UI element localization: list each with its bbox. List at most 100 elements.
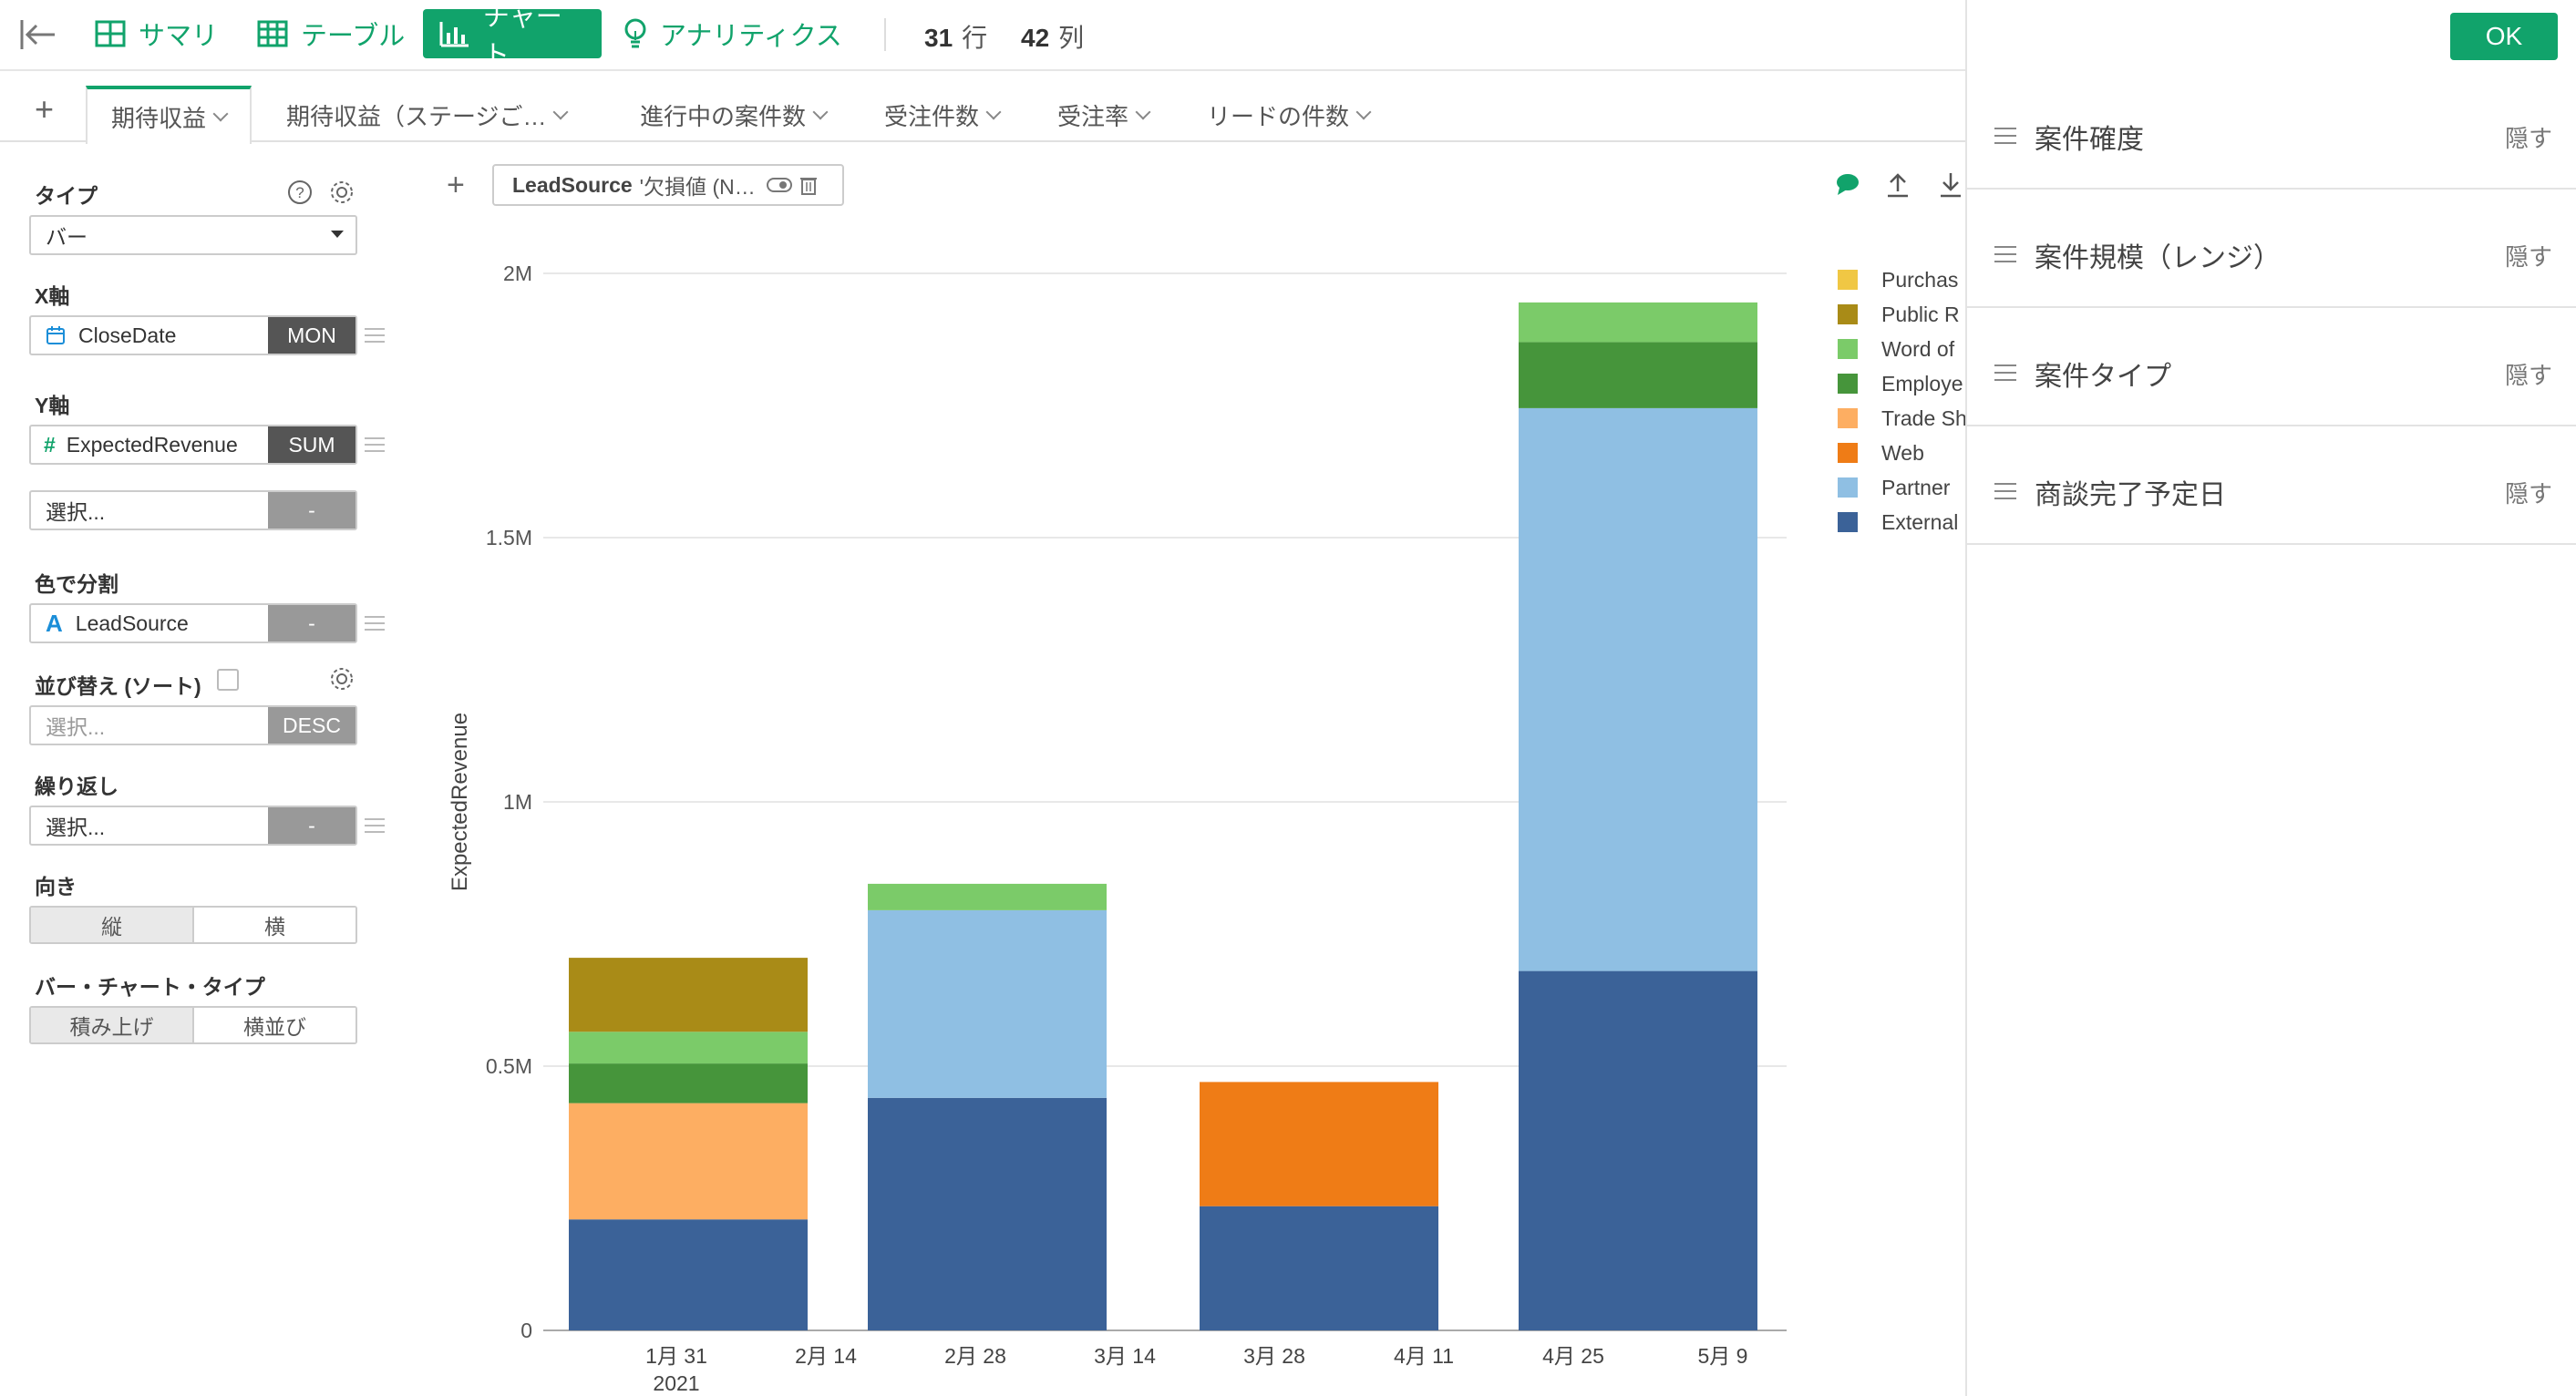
row-count-unit: 行: [962, 24, 988, 52]
tab-won-deals[interactable]: 受注件数: [860, 87, 1023, 142]
drag-handle-icon[interactable]: [1994, 364, 2016, 381]
chevron-down-icon: [812, 104, 829, 120]
y-axis-field-name: ExpectedRevenue: [66, 432, 238, 457]
row-count-value: 31: [924, 24, 953, 52]
bar-segment-employe: [1519, 342, 1757, 408]
repeat-aggregation[interactable]: -: [268, 807, 355, 844]
comment-icon[interactable]: [1834, 171, 1861, 201]
view-table-button[interactable]: テーブル: [241, 9, 421, 58]
drag-handle-icon[interactable]: [365, 328, 385, 343]
filter-chip[interactable]: LeadSource '欠損値 (N…: [492, 164, 844, 206]
legend-swatch: [1838, 512, 1858, 532]
eye-toggle-icon[interactable]: [766, 177, 792, 193]
hide-button[interactable]: 隠す: [2505, 120, 2552, 154]
bar-segment-external: [569, 1219, 808, 1330]
hide-button[interactable]: 隠す: [2505, 476, 2552, 509]
sort-direction[interactable]: DESC: [268, 707, 355, 744]
y-tick-label: 0.5M: [486, 1054, 532, 1078]
tab-lead-count[interactable]: リードの件数: [1183, 87, 1393, 142]
drag-handle-icon[interactable]: [365, 437, 385, 452]
chart-type-select[interactable]: バー: [29, 215, 357, 255]
add-filter-button[interactable]: +: [447, 168, 465, 203]
drag-handle-icon[interactable]: [1994, 128, 2016, 144]
filter-value: '欠損値 (N…: [639, 175, 756, 199]
caret-down-icon: [319, 231, 355, 240]
sort-checkbox[interactable]: [217, 669, 239, 691]
view-summary-label: サマリ: [139, 22, 219, 51]
tab-win-rate[interactable]: 受注率: [1034, 87, 1172, 142]
x-tick-label: 5月 9: [1698, 1344, 1748, 1368]
orientation-vertical-option[interactable]: 縦: [31, 908, 194, 942]
x-tick-label: 3月 28: [1243, 1344, 1305, 1368]
x-axis-field[interactable]: CloseDate MON: [29, 315, 357, 355]
legend-item[interactable]: Word of: [1838, 332, 1965, 366]
panel-row[interactable]: 案件規模（レンジ） 隠す: [1965, 190, 2576, 308]
orientation-toggle: 縦 横: [29, 906, 357, 944]
legend-swatch: [1838, 339, 1858, 359]
collapse-left-icon[interactable]: [18, 16, 58, 53]
hide-button[interactable]: 隠す: [2505, 357, 2552, 391]
color-split-aggregation[interactable]: -: [268, 605, 355, 642]
ok-button[interactable]: OK: [2450, 13, 2558, 60]
help-icon[interactable]: ?: [286, 179, 314, 210]
legend-item[interactable]: External: [1838, 505, 1965, 539]
repeat-field[interactable]: 選択... -: [29, 806, 357, 846]
x-tick-label: 2月 14: [795, 1344, 857, 1368]
bar-segment-partner: [1519, 407, 1757, 971]
y-tick-label: 0: [520, 1319, 532, 1342]
view-analytics-button[interactable]: アナリティクス: [607, 9, 859, 58]
legend-label: Public R: [1881, 302, 1960, 326]
drag-handle-icon[interactable]: [365, 818, 385, 833]
add-tab-button[interactable]: +: [35, 93, 54, 126]
panel-row[interactable]: 案件確度 隠す: [1965, 71, 2576, 190]
drag-handle-icon[interactable]: [1994, 483, 2016, 499]
legend-item[interactable]: Web: [1838, 436, 1965, 470]
view-chart-label: チャート: [483, 3, 562, 70]
y-axis-secondary-aggregation[interactable]: -: [268, 492, 355, 529]
trash-icon[interactable]: [799, 175, 818, 195]
legend-label: Web: [1881, 440, 1924, 465]
panel-row[interactable]: 案件タイプ 隠す: [1965, 308, 2576, 426]
legend-swatch: [1838, 443, 1858, 463]
view-analytics-label: アナリティクス: [660, 22, 842, 51]
view-table-label: テーブル: [301, 22, 406, 51]
sort-label: 並び替え (ソート): [35, 674, 201, 698]
tab-open-deals[interactable]: 進行中の案件数: [616, 87, 850, 142]
legend-item[interactable]: Trade Sh: [1838, 401, 1965, 436]
hide-button[interactable]: 隠す: [2505, 239, 2552, 272]
gear-icon[interactable]: [328, 179, 355, 210]
view-chart-button[interactable]: チャート: [423, 3, 602, 70]
stacked-option[interactable]: 積み上げ: [31, 1008, 194, 1042]
top-toolbar: サマリ テーブル チャート アナリティクス 31 行 42 列: [0, 0, 1965, 71]
orientation-horizontal-option[interactable]: 横: [194, 908, 355, 942]
download-icon[interactable]: [1938, 171, 1963, 203]
y-axis-field[interactable]: # ExpectedRevenue SUM: [29, 425, 357, 465]
legend-label: Word of: [1881, 336, 1955, 361]
grid-icon: [95, 20, 126, 47]
drag-handle-icon[interactable]: [1994, 246, 2016, 262]
grouped-option[interactable]: 横並び: [194, 1008, 355, 1042]
panel-row[interactable]: 商談完了予定日 隠す: [1965, 426, 2576, 545]
tab-label: 期待収益（ステージご…: [286, 102, 547, 130]
view-summary-button[interactable]: サマリ: [78, 9, 234, 58]
tab-expected-revenue[interactable]: 期待収益: [86, 86, 252, 144]
color-split-field[interactable]: A LeadSource -: [29, 603, 357, 643]
legend-item[interactable]: Purchas: [1838, 262, 1965, 297]
y-axis-secondary-field[interactable]: 選択... -: [29, 490, 357, 530]
gear-icon[interactable]: [328, 665, 355, 697]
bar-chart-icon: [439, 20, 470, 47]
orientation-label: 向き: [35, 875, 77, 898]
bar-segment-partner: [868, 909, 1107, 1098]
sort-field[interactable]: 選択... DESC: [29, 705, 357, 745]
y-axis-aggregation[interactable]: SUM: [268, 426, 355, 463]
drag-handle-icon[interactable]: [365, 616, 385, 631]
calendar-icon: [46, 325, 66, 345]
upload-icon[interactable]: [1885, 171, 1911, 203]
legend-item[interactable]: Employe: [1838, 366, 1965, 401]
legend-item[interactable]: Partner: [1838, 470, 1965, 505]
legend-item[interactable]: Public R: [1838, 297, 1965, 332]
x-axis-aggregation[interactable]: MON: [268, 317, 355, 354]
tab-expected-revenue-by-stage[interactable]: 期待収益（ステージご…: [263, 87, 590, 142]
x-tick-label: 2月 28: [944, 1344, 1006, 1368]
bar-chart-type-label: バー・チャート・タイプ: [35, 975, 265, 999]
